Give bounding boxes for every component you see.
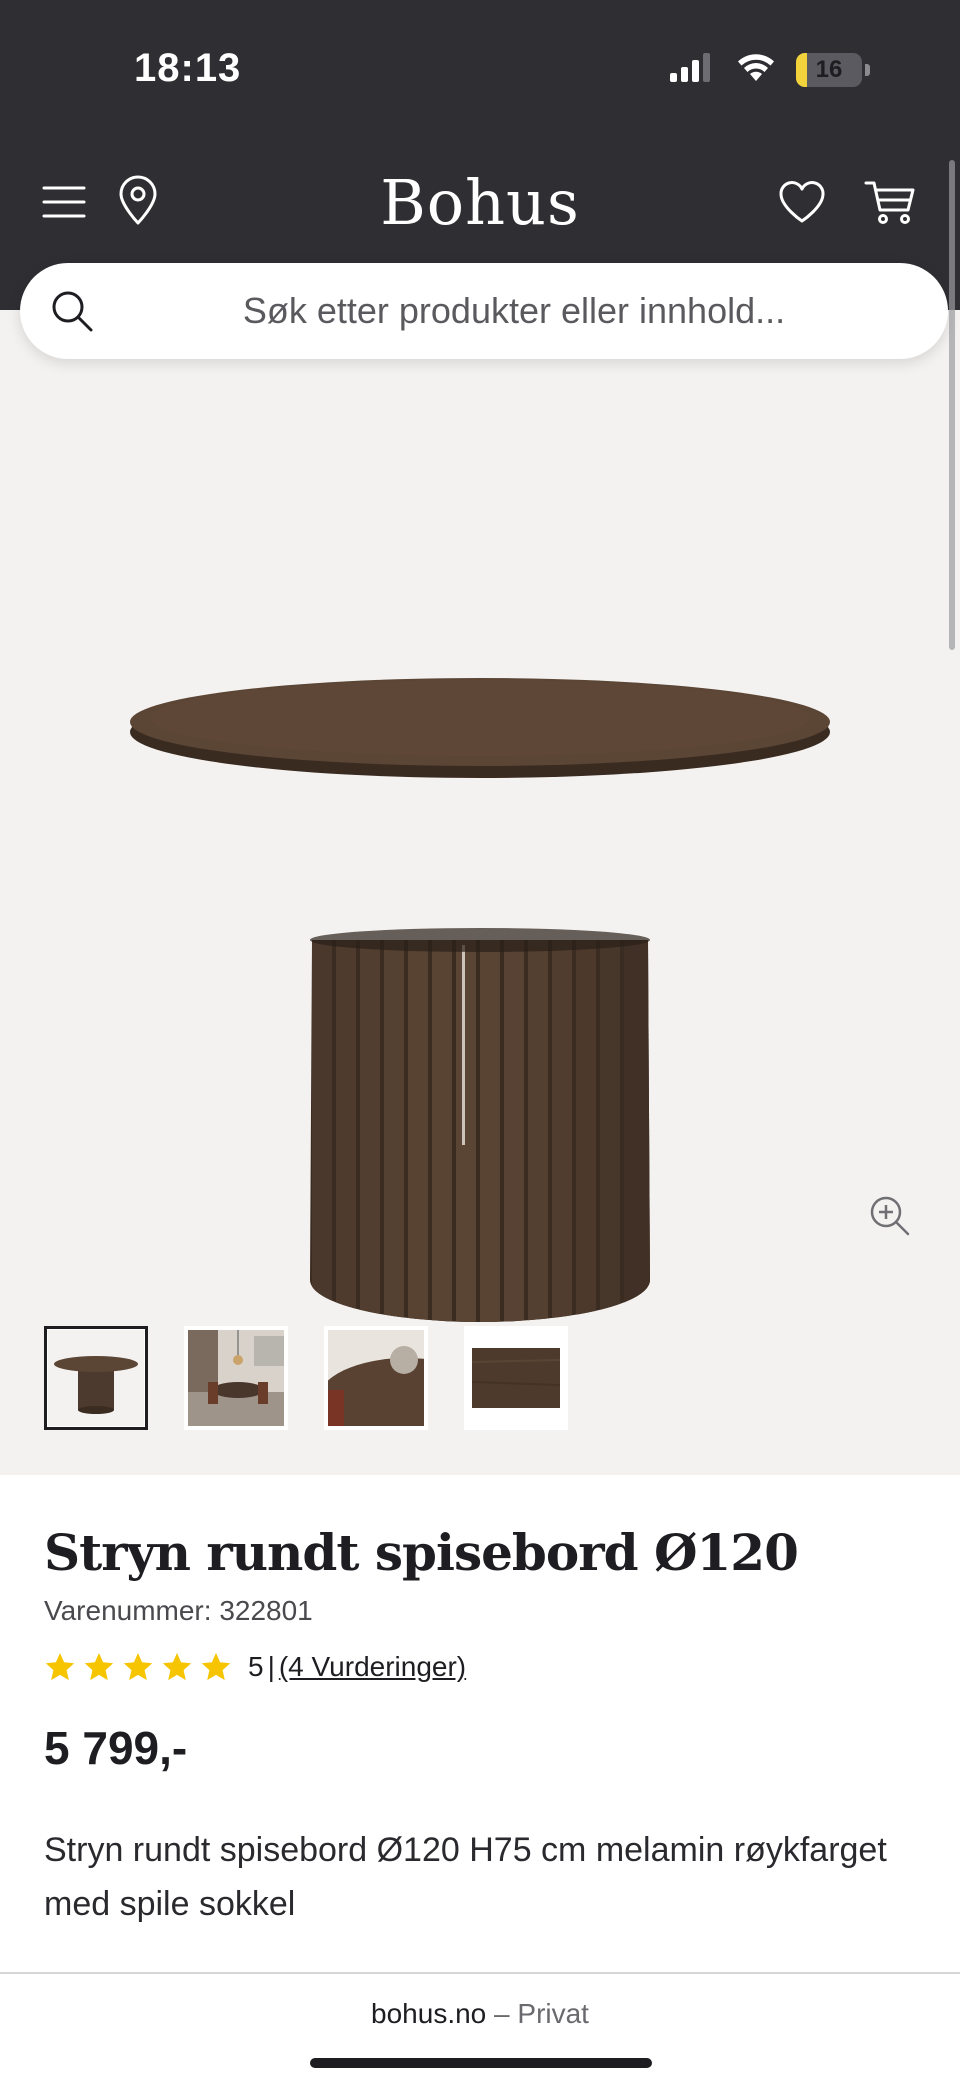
rating-stars: [44, 1651, 232, 1683]
home-indicator[interactable]: [310, 2058, 652, 2068]
browsing-mode: Privat: [517, 1998, 589, 2029]
cart-button[interactable]: [862, 174, 918, 230]
wishlist-button[interactable]: [774, 174, 830, 230]
rating-score: 5: [248, 1651, 264, 1682]
zoom-button[interactable]: [866, 1192, 914, 1240]
rating-separator: |: [267, 1651, 275, 1682]
product-title: Stryn rundt spisebord Ø120: [44, 1523, 799, 1582]
battery-level: 16: [815, 55, 843, 83]
status-time: 18:13: [134, 46, 242, 90]
thumbnail-strip: [44, 1326, 568, 1430]
product-description: Stryn rundt spisebord Ø120 H75 cm melami…: [44, 1831, 887, 1923]
browser-bottom-bar: bohus.no – Privat: [0, 1972, 960, 2086]
wifi-icon: [734, 50, 778, 89]
star-icon: [84, 1653, 114, 1681]
wood-swatch-thumbnail-image: [468, 1330, 564, 1426]
product-image[interactable]: [120, 560, 840, 1430]
thumbnail-wood-finish-swatch[interactable]: [464, 1326, 568, 1430]
table-thumbnail-image: [48, 1330, 144, 1426]
reviews-link[interactable]: (4 Vurderinger): [279, 1651, 466, 1683]
battery: 16: [796, 52, 862, 87]
dining-room-thumbnail-image: [188, 1330, 284, 1426]
search-input[interactable]: [120, 263, 908, 359]
product-price: 5 799,-: [44, 1722, 188, 1774]
search-bar: [20, 263, 948, 359]
star-icon: [123, 1653, 153, 1681]
star-icon: [45, 1653, 75, 1681]
thumbnail-dining-room-scene[interactable]: [184, 1326, 288, 1430]
star-icon: [201, 1653, 231, 1681]
cellular-signal-icon: [668, 51, 716, 88]
heart-icon: [779, 181, 825, 223]
browser-address[interactable]: bohus.no – Privat: [0, 1998, 960, 2030]
star-icon: [162, 1653, 192, 1681]
product-sku: Varenummer: 322801: [44, 1595, 313, 1626]
status-icons: 16: [668, 50, 870, 89]
search-icon[interactable]: [48, 287, 96, 335]
thumbnail-table-product[interactable]: [44, 1326, 148, 1430]
site-domain: bohus.no: [371, 1998, 487, 2029]
battery-tip: [865, 63, 870, 76]
product-rating: 5 | (4 Vurderinger): [44, 1651, 466, 1683]
scrollbar[interactable]: [949, 160, 955, 650]
zoom-in-icon: [870, 1196, 910, 1236]
product-gallery: [0, 310, 960, 1475]
cart-icon: [864, 181, 915, 224]
battery-fill: [796, 52, 807, 87]
status-bar: 18:13 16: [0, 0, 960, 140]
site-separator: –: [486, 1998, 518, 2029]
battery-charging-icon: 16: [796, 52, 870, 87]
table-closeup-thumbnail-image: [328, 1330, 424, 1426]
thumbnail-table-top-closeup[interactable]: [324, 1326, 428, 1430]
